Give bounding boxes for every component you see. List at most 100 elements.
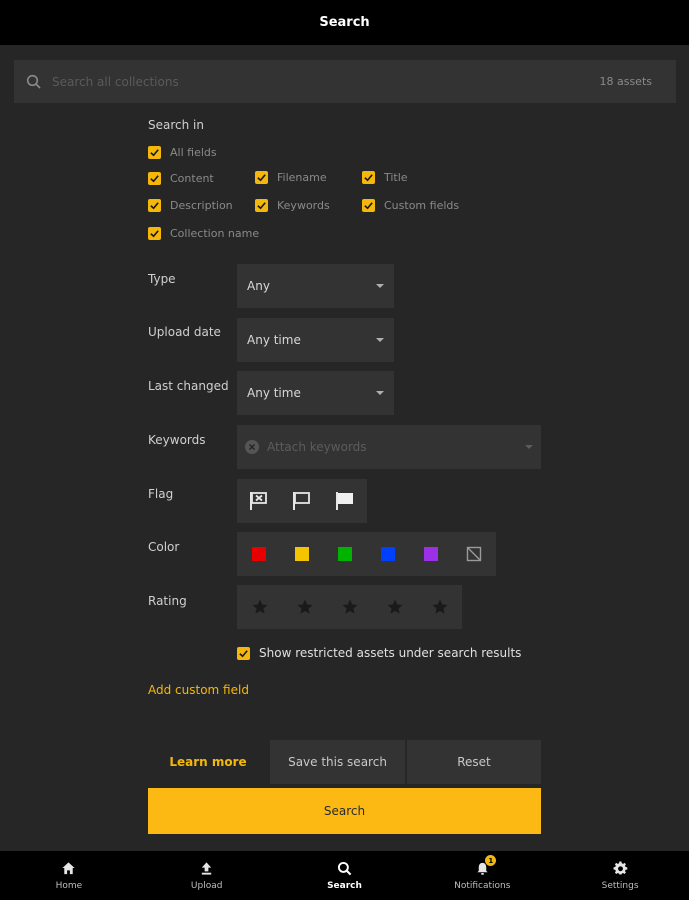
nav-label: Search [327,880,362,891]
checkbox-custom-fields[interactable]: Custom fields [362,199,459,212]
color-swatch [380,547,395,561]
chevron-down-icon [376,338,384,342]
type-select-value: Any [247,279,270,293]
nav-upload[interactable]: Upload [138,851,276,900]
reset-button[interactable]: Reset [407,740,541,784]
search-bar: 18 assets [14,60,676,103]
flag-label: Flag [148,487,174,501]
last-changed-select-value: Any time [247,386,301,400]
checkbox-label: Content [170,172,214,185]
nav-label: Settings [601,880,639,891]
flag-unflagged-button[interactable] [280,479,323,523]
upload-date-select-value: Any time [247,333,301,347]
page-title: Search [319,15,370,30]
checkbox-label: Collection name [170,227,260,240]
color-selector [237,532,496,576]
checkbox-checked-icon [255,199,268,212]
action-row: Learn more Save this search Reset [148,740,541,784]
type-label: Type [148,272,176,286]
chevron-down-icon [376,284,384,288]
flag-rejected-icon [249,492,267,510]
type-select[interactable]: Any [237,264,394,308]
color-purple-button[interactable] [409,532,452,576]
checkbox-label: Custom fields [384,199,460,212]
checkbox-description[interactable]: Description [148,199,233,212]
search-input[interactable] [52,74,600,89]
nav-label: Upload [190,880,223,891]
search-icon [337,861,352,875]
star-icon [252,599,267,614]
rating-star-4[interactable] [372,585,417,629]
rating-star-3[interactable] [327,585,372,629]
checkbox-show-restricted[interactable]: Show restricted assets under search resu… [237,646,521,660]
star-icon [342,599,357,614]
flag-filled-icon [335,492,353,510]
checkbox-label: Filename [277,171,327,184]
color-green-button[interactable] [323,532,366,576]
color-yellow-button[interactable] [280,532,323,576]
upload-icon [202,861,212,875]
checkbox-checked-icon [362,199,375,212]
flag-outline-icon [292,492,310,510]
home-icon [62,861,75,874]
rating-star-2[interactable] [282,585,327,629]
checkbox-checked-icon [148,172,161,185]
clear-icon[interactable] [245,440,259,454]
no-color-icon [466,546,481,562]
checkbox-checked-icon [148,146,161,159]
rating-star-5[interactable] [417,585,462,629]
keywords-input[interactable]: Attach keywords [237,425,541,469]
checkbox-collection-name[interactable]: Collection name [148,227,259,240]
checkbox-checked-icon [148,227,161,240]
checkbox-label: Keywords [277,199,330,212]
learn-more-button[interactable]: Learn more [148,740,268,784]
chevron-down-icon [376,391,384,395]
color-blue-button[interactable] [366,532,409,576]
flag-picked-button[interactable] [323,479,366,523]
nav-notifications[interactable]: 1 Notifications [413,851,551,900]
notification-badge: 1 [485,855,497,866]
checkbox-keywords[interactable]: Keywords [255,199,330,212]
color-label: Color [148,540,180,554]
color-none-button[interactable] [452,532,495,576]
rating-selector [237,585,462,629]
chevron-down-icon [525,445,533,449]
star-icon [387,599,402,614]
add-custom-field-link[interactable]: Add custom field [148,683,249,697]
nav-home[interactable]: Home [0,851,138,900]
color-red-button[interactable] [237,532,280,576]
rating-label: Rating [148,594,187,608]
last-changed-select[interactable]: Any time [237,371,394,415]
last-changed-label: Last changed [148,379,229,393]
star-icon [432,599,447,614]
upload-date-select[interactable]: Any time [237,318,394,362]
flag-rejected-button[interactable] [237,479,280,523]
save-search-button[interactable]: Save this search [270,740,405,784]
asset-count: 18 assets [599,75,652,88]
checkbox-content[interactable]: Content [148,172,214,185]
checkbox-label: Title [384,171,408,184]
checkbox-title[interactable]: Title [362,171,408,184]
rating-star-1[interactable] [237,585,282,629]
nav-label: Notifications [454,880,511,891]
bottom-nav: Home Upload Search 1 Notifications Setti… [0,851,689,900]
checkbox-checked-icon [237,646,250,660]
color-swatch [337,547,352,561]
keywords-label: Keywords [148,433,206,447]
nav-settings[interactable]: Settings [551,851,689,900]
search-icon [26,74,41,89]
checkbox-label: All fields [170,146,217,159]
upload-date-label: Upload date [148,325,221,339]
show-restricted-label: Show restricted assets under search resu… [259,646,522,660]
checkbox-all-fields[interactable]: All fields [148,146,217,159]
gear-icon [613,861,627,874]
search-in-label: Search in [148,118,204,132]
checkbox-checked-icon [148,199,161,212]
nav-search[interactable]: Search [276,851,414,900]
checkbox-filename[interactable]: Filename [255,171,327,184]
star-icon [297,599,312,614]
keywords-placeholder: Attach keywords [267,440,367,454]
search-button[interactable]: Search [148,788,541,834]
checkbox-label: Description [170,199,233,212]
color-swatch [423,547,438,561]
